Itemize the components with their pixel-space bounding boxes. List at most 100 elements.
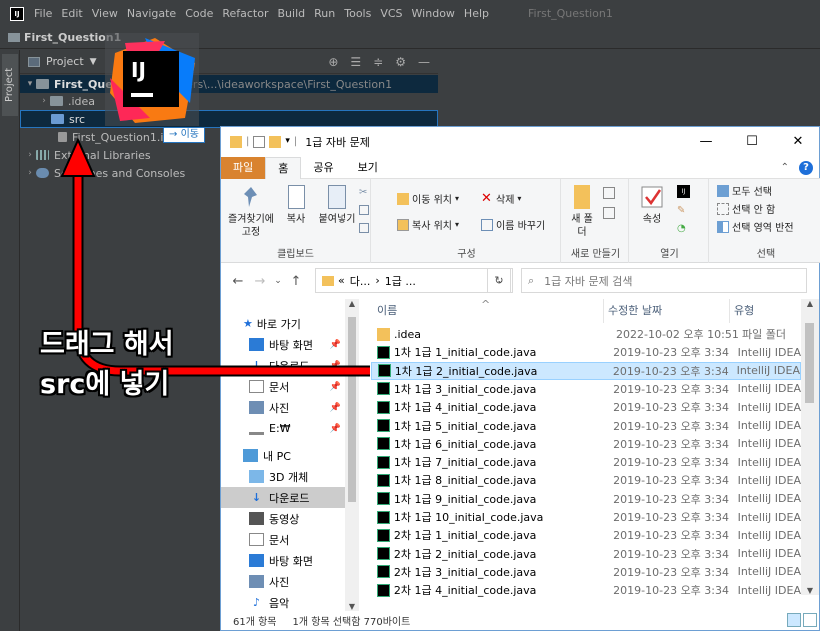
scroll-up-icon[interactable]: ▲ (345, 299, 359, 308)
column-header-name[interactable]: 이름 (377, 299, 397, 323)
nav-downloads[interactable]: ↓ 다운로드 📌 (221, 355, 345, 376)
file-row[interactable]: 2차 1급 1_initial_code.java 2019-10-23 오후 3… (371, 526, 801, 544)
nav-this-pc[interactable]: 내 PC (221, 445, 345, 466)
new-folder-button[interactable]: 새 폴더 (569, 185, 595, 239)
history-icon[interactable]: ◔ (677, 223, 686, 234)
copy-button[interactable]: 복사 (283, 185, 309, 226)
file-row[interactable]: 2차 1급 2_initial_code.java 2019-10-23 오후 3… (371, 545, 801, 563)
delete-button[interactable]: ✕ 삭제 ▾ (481, 191, 521, 207)
select-all-button[interactable]: 모두 선택 (717, 183, 772, 198)
move-to-button[interactable]: 이동 위치 ▾ (397, 191, 459, 206)
menu-refactor[interactable]: Refactor (222, 7, 268, 20)
details-view-icon[interactable] (787, 613, 801, 627)
file-row[interactable]: 1차 1급 8_initial_code.java 2019-10-23 오후 3… (371, 471, 801, 489)
file-list-scrollbar[interactable]: ▲ ▼ (801, 299, 819, 595)
file-row[interactable]: 1차 1급 10_initial_code.java 2019-10-23 오후 … (371, 508, 801, 526)
gear-icon[interactable]: ⚙ (395, 55, 406, 69)
side-tab-project[interactable]: Project (2, 54, 18, 116)
file-row[interactable]: 1차 1급 9_initial_code.java 2019-10-23 오후 3… (371, 490, 801, 508)
file-row[interactable]: 1차 1급 1_initial_code.java 2019-10-23 오후 3… (371, 343, 801, 361)
collapse-all-icon[interactable]: ☰ (350, 55, 361, 69)
menu-edit[interactable]: Edit (61, 7, 82, 20)
nav-pictures-pc[interactable]: 사진 (221, 571, 345, 592)
properties-icon[interactable] (253, 136, 266, 148)
column-header-modified[interactable]: 수정한 날짜 (603, 299, 662, 323)
rename-button[interactable]: 이름 바꾸기 (481, 217, 545, 232)
file-row[interactable]: 1차 1급 6_initial_code.java 2019-10-23 오후 3… (371, 435, 801, 453)
search-box[interactable]: ⌕ 1급 자바 문제 검색 (521, 268, 807, 293)
copy-path-icon[interactable] (359, 205, 369, 215)
refresh-button[interactable]: ↻ (487, 268, 511, 293)
file-row[interactable]: 1차 1급 5_initial_code.java 2019-10-23 오후 3… (371, 417, 801, 435)
cut-icon[interactable]: ✂ (359, 187, 367, 198)
ribbon-tab-file[interactable]: 파일 (221, 156, 266, 179)
minimize-button[interactable]: — (683, 127, 729, 157)
nav-documents[interactable]: 문서 📌 (221, 376, 345, 397)
chevron-right-icon[interactable]: › (24, 168, 36, 178)
pin-icon[interactable]: 📌 (330, 340, 341, 350)
scroll-up-icon[interactable]: ▲ (801, 299, 819, 308)
pin-icon[interactable]: 📌 (330, 403, 341, 413)
nav-pictures[interactable]: 사진 📌 (221, 397, 345, 418)
tree-item-idea[interactable]: › .idea (20, 92, 438, 110)
easy-access-icon[interactable] (603, 207, 615, 219)
intellij-open-icon[interactable]: IJ (677, 185, 690, 198)
file-row[interactable]: 1차 1급 2_initial_code.java 2019-10-23 오후 3… (371, 361, 801, 380)
file-scroll-thumb[interactable] (805, 323, 814, 403)
nav-videos[interactable]: 동영상 (221, 508, 345, 529)
menu-tools[interactable]: Tools (344, 7, 371, 20)
file-row[interactable]: 2차 1급 3_initial_code.java 2019-10-23 오후 3… (371, 563, 801, 581)
back-arrow-icon[interactable]: ← (227, 274, 249, 289)
nav-3d-objects[interactable]: 3D 개체 (221, 466, 345, 487)
menu-code[interactable]: Code (185, 7, 213, 20)
menu-help[interactable]: Help (464, 7, 489, 20)
hide-icon[interactable]: — (418, 55, 430, 69)
new-folder-icon[interactable] (269, 136, 282, 148)
menu-navigate[interactable]: Navigate (127, 7, 176, 20)
scroll-down-icon[interactable]: ▼ (801, 586, 819, 595)
nav-documents-pc[interactable]: 문서 (221, 529, 345, 550)
paste-shortcut-icon[interactable] (359, 223, 369, 233)
file-row[interactable]: 2차 1급 4_initial_code.java 2019-10-23 오후 3… (371, 581, 801, 599)
locate-icon[interactable]: ⊕ (328, 55, 338, 69)
nav-quick-access[interactable]: ★ 바로 가기 (221, 313, 345, 334)
tree-item-root[interactable]: ▾ First_Question1 C:\Users\...\ideaworks… (20, 75, 438, 93)
address-bar[interactable]: « 다... › 1급 ... ⌄ (315, 268, 513, 293)
file-row[interactable]: 1차 1급 7_initial_code.java 2019-10-23 오후 3… (371, 453, 801, 471)
pin-icon[interactable]: 📌 (330, 424, 341, 434)
file-row[interactable]: .idea 2022-10-02 오후 10:51 파일 폴더 (371, 325, 801, 343)
maximize-button[interactable]: ☐ (729, 127, 775, 157)
nav-desktop-pc[interactable]: 바탕 화면 (221, 550, 345, 571)
nav-drive-e[interactable]: E:₩ 📌 (221, 418, 345, 439)
ribbon-tab-view[interactable]: 보기 (346, 157, 390, 179)
menu-vcs[interactable]: VCS (380, 7, 402, 20)
nav-scroll-thumb[interactable] (348, 317, 356, 502)
forward-arrow-icon[interactable]: → (249, 274, 271, 289)
help-icon[interactable]: ? (799, 160, 813, 175)
menu-run[interactable]: Run (314, 7, 335, 20)
menu-view[interactable]: View (92, 7, 118, 20)
nav-scrollbar[interactable]: ▲ ▼ (345, 299, 359, 611)
customize-qat-icon[interactable]: ▾ (285, 136, 290, 148)
large-icons-view-icon[interactable] (803, 613, 817, 627)
properties-button[interactable]: 속성 (637, 185, 667, 226)
pin-quick-access-button[interactable]: 즐겨찾기에 고정 (225, 185, 277, 239)
chevron-right-icon[interactable]: › (38, 96, 50, 106)
expand-all-icon[interactable]: ≑ (373, 55, 383, 69)
menu-window[interactable]: Window (412, 7, 455, 20)
ribbon-tab-share[interactable]: 공유 (301, 157, 345, 179)
up-arrow-icon[interactable]: ↑ (285, 274, 307, 289)
new-item-icon[interactable] (603, 187, 615, 199)
nav-downloads-pc[interactable]: ↓ 다운로드 (221, 487, 345, 508)
chevron-up-icon[interactable]: ⌃ (781, 162, 789, 173)
column-header-type[interactable]: 유형 (729, 299, 754, 323)
close-button[interactable]: ✕ (775, 127, 820, 157)
paste-button[interactable]: 붙여넣기 (317, 185, 357, 226)
pin-icon[interactable]: 📌 (330, 361, 341, 371)
file-row[interactable]: 1차 1급 3_initial_code.java 2019-10-23 오후 3… (371, 380, 801, 398)
chevron-right-icon[interactable]: › (24, 150, 36, 160)
nav-desktop[interactable]: 바탕 화면 📌 (221, 334, 345, 355)
explorer-title-bar[interactable]: | ▾ | 1급 자바 문제 — ☐ ✕ (221, 127, 820, 157)
menu-build[interactable]: Build (278, 7, 306, 20)
ribbon-tab-home[interactable]: 홈 (265, 156, 302, 179)
